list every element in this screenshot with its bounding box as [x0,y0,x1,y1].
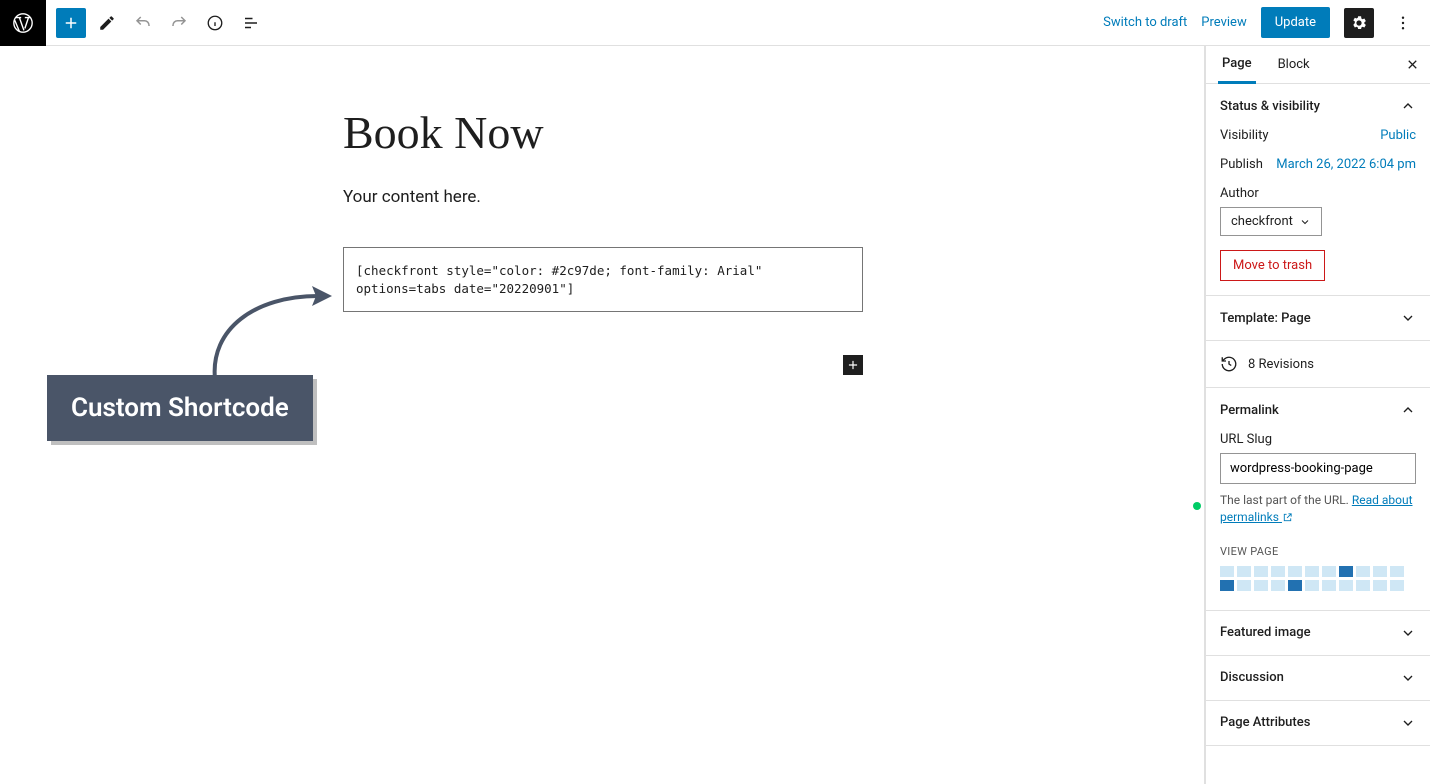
url-slug-label: URL Slug [1220,432,1416,447]
move-to-trash-button[interactable]: Move to trash [1220,250,1325,281]
author-select[interactable]: checkfront [1220,207,1322,236]
visibility-value[interactable]: Public [1380,128,1416,143]
panel-discussion-toggle[interactable]: Discussion [1206,656,1430,700]
revisions-count: 8 Revisions [1248,357,1314,372]
panel-featured-image-title: Featured image [1220,625,1311,640]
more-options-button[interactable] [1388,8,1418,38]
chevron-down-icon [1400,625,1416,641]
content-paragraph[interactable]: Your content here. [343,187,863,207]
panel-page-attributes-title: Page Attributes [1220,715,1310,730]
info-button[interactable] [200,8,230,38]
redo-button[interactable] [164,8,194,38]
external-link-icon [1282,512,1293,523]
tab-page[interactable]: Page [1218,46,1256,84]
undo-button[interactable] [128,8,158,38]
view-page-label: View Page [1220,545,1416,558]
revisions-button[interactable]: 8 Revisions [1206,341,1430,388]
chevron-down-icon [1400,310,1416,326]
slug-help-text: The last part of the URL. [1220,493,1352,507]
panel-featured-image-toggle[interactable]: Featured image [1206,611,1430,655]
preview-button[interactable]: Preview [1201,15,1246,30]
callout-label: Custom Shortcode [47,375,313,441]
shortcode-block[interactable]: [checkfront style="color: #2c97de; font-… [343,247,863,312]
chevron-down-icon [1299,216,1311,228]
close-sidebar-button[interactable] [1405,57,1420,72]
edit-mode-button[interactable] [92,8,122,38]
tab-block[interactable]: Block [1274,46,1314,84]
chevron-down-icon [1400,715,1416,731]
settings-button[interactable] [1344,8,1374,38]
chevron-up-icon [1400,98,1416,114]
view-page-url-preview[interactable] [1220,566,1416,596]
panel-permalink-title: Permalink [1220,403,1279,418]
wordpress-logo[interactable] [0,0,46,46]
panel-page-attributes-toggle[interactable]: Page Attributes [1206,701,1430,745]
add-block-button[interactable] [56,8,86,38]
switch-to-draft-button[interactable]: Switch to draft [1103,15,1187,30]
publish-label: Publish [1220,157,1263,172]
outline-button[interactable] [236,8,266,38]
panel-permalink-toggle[interactable]: Permalink [1206,388,1430,432]
chevron-up-icon [1400,402,1416,418]
callout-arrow-icon [200,274,340,384]
panel-status-title: Status & visibility [1220,99,1320,114]
panel-template-title: Template: Page [1220,311,1311,326]
editor-toolbar-left [46,8,266,38]
author-label: Author [1220,186,1416,201]
editor-toolbar-right: Switch to draft Preview Update [1103,7,1418,38]
autosave-indicator-icon [1193,502,1201,510]
settings-sidebar: Page Block Status & visibility Visibilit… [1205,46,1430,784]
editor-canvas: Book Now Your content here. [checkfront … [0,46,1205,784]
insert-block-button[interactable] [843,355,863,375]
publish-value[interactable]: March 26, 2022 6:04 pm [1276,157,1416,172]
chevron-down-icon [1400,670,1416,686]
visibility-label: Visibility [1220,128,1269,143]
history-icon [1220,355,1238,373]
author-value: checkfront [1231,214,1293,229]
panel-status-toggle[interactable]: Status & visibility [1206,84,1430,128]
panel-discussion-title: Discussion [1220,670,1284,685]
panel-template-toggle[interactable]: Template: Page [1206,296,1430,340]
url-slug-input[interactable] [1220,453,1416,484]
page-title[interactable]: Book Now [343,106,863,159]
update-button[interactable]: Update [1261,7,1330,38]
editor-top-bar: Switch to draft Preview Update [0,0,1430,46]
